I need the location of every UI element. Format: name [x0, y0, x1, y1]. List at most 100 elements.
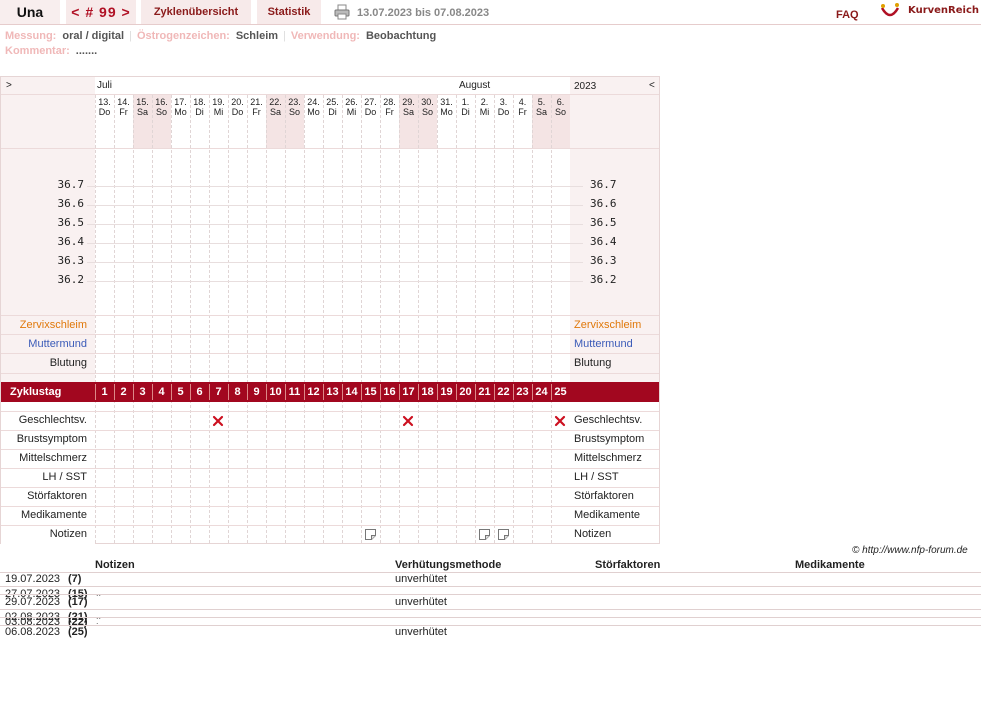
- note-icon[interactable]: [365, 529, 376, 540]
- cycle-day-number[interactable]: 14: [342, 386, 361, 398]
- cycle-day-number[interactable]: 13: [323, 386, 342, 398]
- day-label[interactable]: 14. Fr: [114, 97, 133, 117]
- day-label[interactable]: 21. Fr: [247, 97, 266, 117]
- cycle-day-number[interactable]: 7: [209, 386, 228, 398]
- row-divider: [1, 94, 659, 95]
- day-label[interactable]: 15. Sa: [133, 97, 152, 117]
- cycle-navigator[interactable]: < # 99 >: [66, 0, 136, 24]
- intercourse-cross-icon[interactable]: [212, 415, 224, 427]
- weekday: Sa: [402, 107, 414, 117]
- cycle-day-number[interactable]: 18: [418, 386, 437, 398]
- day-label[interactable]: 17. Mo: [171, 97, 190, 117]
- intercourse-cross-icon[interactable]: [554, 415, 566, 427]
- cycle-day-number[interactable]: 2: [114, 386, 133, 398]
- brand-name[interactable]: KurvenReich: [908, 5, 979, 16]
- day-label[interactable]: 6. So: [551, 97, 570, 117]
- cycle-day-number[interactable]: 3: [133, 386, 152, 398]
- day-number: 14.: [117, 97, 130, 107]
- intercourse-cross-icon[interactable]: [402, 415, 414, 427]
- grid-line: [456, 95, 457, 543]
- day-label[interactable]: 22. Sa: [266, 97, 285, 117]
- cycle-day-number[interactable]: 22: [494, 386, 513, 398]
- day-label[interactable]: 30. So: [418, 97, 437, 117]
- grid-line: [133, 95, 134, 543]
- row-label: Medikamente: [574, 509, 641, 521]
- day-label[interactable]: 5. Sa: [532, 97, 551, 117]
- weekday: Mo: [307, 107, 320, 117]
- weekday: Di: [328, 107, 337, 117]
- cycle-day-number[interactable]: 24: [532, 386, 551, 398]
- row-divider: [1, 449, 659, 450]
- note-cycle-day: (7): [68, 573, 82, 585]
- cycle-day-number[interactable]: 5: [171, 386, 190, 398]
- row-label: Brustsymptom: [16, 433, 87, 445]
- copyright-link[interactable]: © http://www.nfp-forum.de: [852, 545, 968, 556]
- cycle-day-number[interactable]: 23: [513, 386, 532, 398]
- row-label: Brustsymptom: [574, 433, 645, 445]
- day-label[interactable]: 20. Do: [228, 97, 247, 117]
- weekday: Mi: [479, 107, 490, 117]
- cycle-day-number[interactable]: 16: [380, 386, 399, 398]
- day-label[interactable]: 29. Sa: [399, 97, 418, 117]
- day-label[interactable]: 26. Mi: [342, 97, 361, 117]
- cycle-day-divider: [266, 384, 267, 400]
- right-label-panel: [570, 77, 659, 382]
- note-marker: ..: [96, 588, 102, 598]
- tab-cycle-overview[interactable]: Zyklenübersicht: [141, 0, 251, 24]
- cycle-day-number[interactable]: 12: [304, 386, 323, 398]
- day-label[interactable]: 4. Fr: [513, 97, 532, 117]
- cycle-day-number[interactable]: 4: [152, 386, 171, 398]
- row-divider: [1, 411, 659, 412]
- cycle-day-number[interactable]: 1: [95, 386, 114, 398]
- grid-line: [418, 95, 419, 543]
- kurvenreich-logo-icon[interactable]: [880, 2, 900, 20]
- cycle-day-number[interactable]: 8: [228, 386, 247, 398]
- cycle-day-number[interactable]: 19: [437, 386, 456, 398]
- printer-icon[interactable]: [334, 4, 350, 20]
- day-label[interactable]: 27. Do: [361, 97, 380, 117]
- note-date: 29.07.2023: [5, 596, 61, 608]
- weekday: Do: [231, 107, 244, 117]
- day-label[interactable]: 13. Do: [95, 97, 114, 117]
- cycle-day-number[interactable]: 17: [399, 386, 418, 398]
- day-number: 28.: [383, 97, 396, 107]
- cycle-day-divider: [361, 384, 362, 400]
- faq-link[interactable]: FAQ: [836, 9, 859, 21]
- grid-line: [209, 95, 210, 543]
- day-label[interactable]: 3. Do: [494, 97, 513, 117]
- cycle-day-number[interactable]: 25: [551, 386, 570, 398]
- day-label[interactable]: 23. So: [285, 97, 304, 117]
- day-label[interactable]: 1. Di: [456, 97, 475, 117]
- note-icon[interactable]: [479, 529, 490, 540]
- cycle-day-divider: [342, 384, 343, 400]
- row-label: Störfaktoren: [574, 490, 634, 502]
- cycle-day-number[interactable]: 9: [247, 386, 266, 398]
- nav-prev-button[interactable]: >: [6, 80, 12, 91]
- day-label[interactable]: 19. Mi: [209, 97, 228, 117]
- day-label[interactable]: 28. Fr: [380, 97, 399, 117]
- day-label[interactable]: 31. Mo: [437, 97, 456, 117]
- day-label[interactable]: 18. Di: [190, 97, 209, 117]
- grid-line: [551, 95, 552, 543]
- row-divider: [0, 609, 981, 610]
- grid-line: [513, 95, 514, 543]
- tab-statistics[interactable]: Statistik: [257, 0, 321, 24]
- day-label[interactable]: 24. Mo: [304, 97, 323, 117]
- day-label[interactable]: 25. Di: [323, 97, 342, 117]
- kommentar-value[interactable]: .......: [76, 45, 97, 57]
- cycle-day-number[interactable]: 20: [456, 386, 475, 398]
- cycle-day-number[interactable]: 10: [266, 386, 285, 398]
- day-label[interactable]: 2. Mi: [475, 97, 494, 117]
- cycle-day-number[interactable]: 11: [285, 386, 304, 398]
- row-divider: [1, 334, 659, 335]
- note-icon[interactable]: [498, 529, 509, 540]
- nav-next-button[interactable]: <: [649, 80, 655, 91]
- cycle-day-divider: [190, 384, 191, 400]
- day-label[interactable]: 16. So: [152, 97, 171, 117]
- temperature-label: 36.5: [57, 216, 85, 229]
- user-name-tab[interactable]: Una: [0, 0, 60, 24]
- cycle-day-number[interactable]: 6: [190, 386, 209, 398]
- medication-header: Medikamente: [795, 559, 865, 571]
- cycle-day-number[interactable]: 15: [361, 386, 380, 398]
- cycle-day-number[interactable]: 21: [475, 386, 494, 398]
